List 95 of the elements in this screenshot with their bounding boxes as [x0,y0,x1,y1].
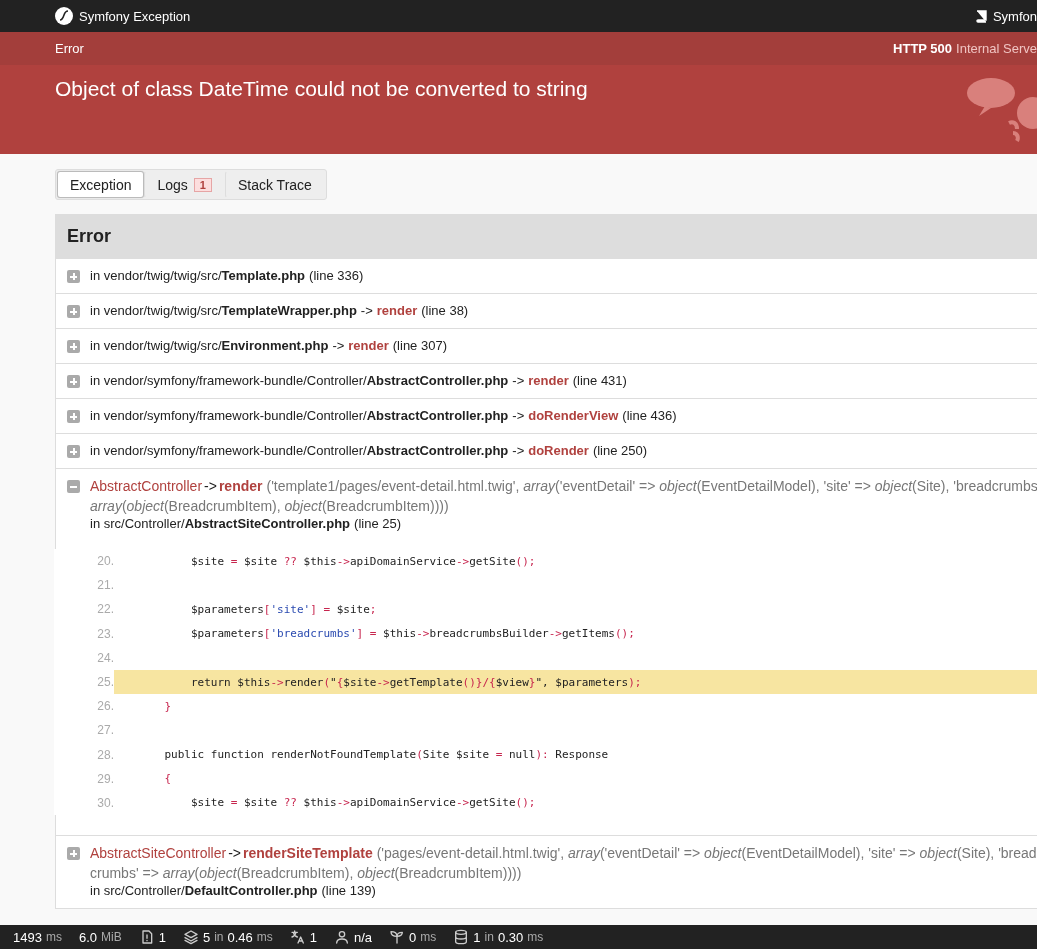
code-text: $site = $site ?? $this->apiDomainService->getSite(); [189,554,536,568]
line-number: (line 139) [321,883,376,899]
code-text: { [163,772,172,786]
arguments-text: array(object(BreadcrumbItem), object(BreadcrumbItem)))) [90,497,450,516]
code-line: 20. $site = $site ?? $this->apiDomainService->getSite(); [54,549,1037,574]
code-line: 27. [54,718,1037,743]
call-arrow: -> [204,477,217,496]
file-name: Template.php [221,268,306,283]
database-icon [453,929,470,945]
call-arrow: -> [512,443,525,458]
code-text: public function renderNotFoundTemplate(Site $site = null): Response [163,748,609,762]
arguments-text: crumbs' => array(object(BreadcrumbItem), object(BreadcrumbItem)))) [90,864,523,884]
expand-icon[interactable] [67,375,80,388]
tab[interactable]: Logs 1 [144,171,225,198]
file-path: in vendor/symfony/framework-bundle/Controller/ [90,443,367,458]
toolbar-item[interactable]: 0 ms [389,929,454,945]
arguments-text: ('template1/pages/event-detail.html.twig', array('eventDetail' => object(EventDetailModel), 'site' => object(Site), 'breadcrumbs [266,477,1037,496]
exception-message: Object of class DateTime could not be converted to string [55,77,588,102]
function-name: render [348,338,389,353]
line-number: (line 336) [309,268,364,283]
function-name: render [376,303,418,318]
tab[interactable]: Stack Trace [224,171,325,198]
app-title: Symfony Exception [79,8,191,24]
expand-icon[interactable] [67,445,80,458]
book-icon [974,9,987,23]
class-name: AbstractController [90,477,203,496]
file-path: in src/Controller/ [90,516,185,531]
code-text: $parameters['site'] = $site; [189,602,377,616]
arguments-text: ('pages/event-detail.html.twig', array('eventDetail' => object(EventDetailModel), 'site' => object(Site), 'bread [376,844,1037,864]
status-code: HTTP 500 [893,41,953,56]
error-label: Error [55,41,84,56]
code-line: 30. $site = $site ?? $this->apiDomainService->getSite(); [54,790,1037,816]
translate-icon [289,929,306,945]
collapse-icon[interactable] [67,480,80,493]
user-icon [334,929,351,945]
code-text: } [163,699,172,713]
file-path: in vendor/twig/twig/src/ [90,338,222,353]
code-line: 26. } [54,694,1037,719]
file-path: in vendor/symfony/framework-bundle/Controller/ [90,408,367,423]
tab[interactable]: Exception [57,171,145,198]
line-number: (line 431) [572,373,627,388]
expand-icon[interactable] [67,847,80,861]
file-path: in vendor/symfony/framework-bundle/Controller/ [90,373,367,388]
file-name: TemplateWrapper.php [221,303,357,318]
code-text: $parameters['breadcrumbs'] = $this->breadcrumbsBuilder->getItems(); [189,627,635,641]
toolbar-item[interactable]: n/a [334,929,390,945]
toolbar-item[interactable]: 1 in 0.30 ms [453,929,561,945]
expand-icon[interactable] [67,340,80,353]
call-arrow: -> [512,408,525,423]
function-name: render [528,373,569,388]
code-line: 21. [54,573,1037,598]
call-arrow: -> [512,373,525,388]
code-line: 29. { [54,766,1037,791]
expand-icon[interactable] [67,305,80,318]
file-path: in vendor/twig/twig/src/ [90,268,222,283]
call-arrow: -> [360,303,373,318]
status-text: Internal Serve [956,41,1037,56]
file-name: Environment.php [221,338,329,353]
line-number: (line 307) [392,338,447,353]
file-name: DefaultController.php [184,883,318,899]
docs-link[interactable]: Symfon [992,8,1037,24]
code-line: 24. [54,645,1037,670]
file-path: in vendor/twig/twig/src/ [90,303,222,318]
call-arrow: -> [228,844,241,864]
file-name: AbstractController.php [366,373,509,388]
toolbar-item[interactable]: 1493 ms [13,929,79,945]
line-number: (line 250) [592,443,648,458]
function-name: doRender [528,443,589,458]
expand-icon[interactable] [67,270,80,283]
expand-icon[interactable] [67,410,80,423]
line-number: (line 436) [622,408,677,423]
toolbar-item[interactable]: 1 [138,929,183,945]
function-name: renderSiteTemplate [243,844,373,864]
sprout-icon [389,929,406,945]
layers-icon [182,929,199,945]
count-badge: 1 [193,177,212,192]
file-name: AbstractSiteController.php [184,516,351,531]
file-name: AbstractController.php [366,443,509,458]
toolbar-item[interactable]: 5 in 0.46 ms [182,929,290,945]
code-text: return $this->render("{$site->getTemplate()}/{$view}", $parameters); [189,675,642,689]
line-number: (line 38) [421,303,469,318]
function-name: doRenderView [528,408,619,423]
class-name: AbstractSiteController [90,844,227,864]
code-line: 23. $parameters['breadcrumbs'] = $this->breadcrumbsBuilder->getItems(); [54,621,1037,646]
toolbar-item[interactable]: 1 [289,929,335,945]
line-number: (line 25) [354,516,402,531]
call-arrow: -> [332,338,345,353]
file-name: AbstractController.php [366,408,509,423]
file-path: in src/Controller/ [90,883,185,899]
function-name: render [218,477,263,496]
toolbar-item[interactable]: 6.0 MiB [78,929,139,945]
code-text: $site = $site ?? $this->apiDomainService->getSite(); [189,796,536,810]
code-line: 22. $parameters['site'] = $site; [54,597,1037,622]
panel-title: Error [56,215,1037,258]
code-line: 28. public function renderNotFoundTemplate(Site $site = null): Response [54,742,1037,767]
